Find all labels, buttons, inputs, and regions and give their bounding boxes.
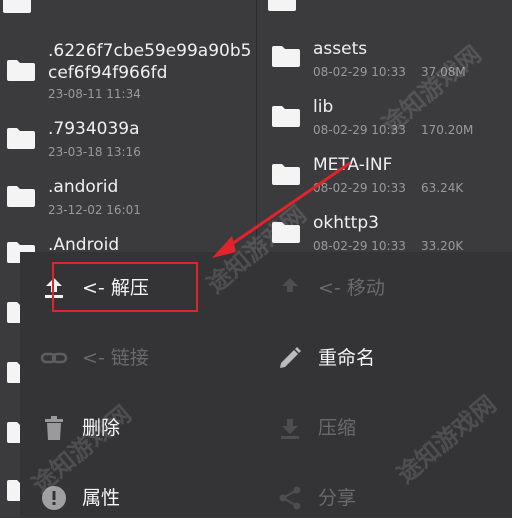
move-icon — [282, 278, 298, 292]
link-action[interactable]: <- 链接 — [40, 338, 240, 378]
folder-icon — [6, 126, 36, 150]
file-name: lib — [313, 97, 334, 117]
file-name: META-INF — [313, 155, 393, 175]
file-size: 63.24K — [421, 181, 464, 195]
properties-label: 属性 — [82, 487, 121, 509]
folder-icon — [6, 360, 20, 384]
file-name: assets — [313, 39, 368, 59]
folder-icon — [6, 184, 36, 208]
file-name: .7934039a — [48, 119, 140, 139]
file-date: 23-03-18 13:16 — [48, 145, 141, 159]
folder-icon — [6, 58, 36, 82]
rename-label: 重命名 — [318, 347, 376, 369]
folder-icon — [271, 104, 301, 128]
folder-icon — [6, 420, 20, 444]
highlight-box — [52, 262, 198, 312]
pencil-icon — [280, 347, 301, 368]
file-name: .andorid — [48, 177, 119, 197]
share-icon — [279, 486, 301, 510]
file-date: 23-08-11 11:34 — [48, 87, 141, 101]
folder-icon — [6, 478, 20, 502]
file-size: 170.20M — [421, 123, 474, 137]
share-action[interactable]: 分享 — [276, 478, 476, 518]
folder-icon — [6, 300, 20, 324]
file-name: okhttp3 — [313, 213, 379, 233]
move-action[interactable]: <- 移动 — [276, 268, 476, 308]
compress-label: 压缩 — [318, 417, 357, 439]
folder-icon — [271, 162, 301, 186]
compress-icon — [281, 419, 299, 439]
link-icon — [40, 352, 68, 364]
link-label: <- 链接 — [82, 347, 149, 369]
share-label: 分享 — [318, 487, 357, 509]
file-name: .6226f7cbe59e99a90b5 — [48, 41, 252, 61]
file-name-continued: cef6f94f966fd — [48, 63, 168, 83]
folder-icon — [267, 0, 297, 12]
folder-icon — [271, 44, 301, 68]
move-label: <- 移动 — [318, 277, 385, 299]
file-date: 23-12-02 16:01 — [48, 203, 141, 217]
folder-icon — [2, 0, 32, 14]
file-date: 08-02-29 10:33 — [313, 65, 406, 79]
properties-action[interactable]: 属性 — [40, 478, 240, 518]
file-date: 08-02-29 10:33 — [313, 181, 406, 195]
rename-action[interactable]: 重命名 — [276, 338, 476, 378]
